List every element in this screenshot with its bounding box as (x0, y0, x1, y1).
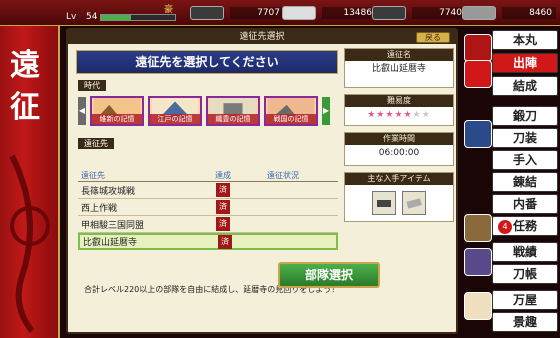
steel-icon (462, 6, 496, 20)
done-stamp: 済 (218, 234, 232, 249)
resource-ore: 7740 (372, 4, 466, 22)
menu-tousou[interactable]: 刀装 (492, 128, 558, 148)
mission-badge: 4 (498, 220, 512, 234)
steel-icon (402, 191, 426, 215)
star-icon: ★ (412, 110, 422, 120)
panel-title: 遠征先選択 (68, 30, 456, 44)
table-row[interactable]: 長篠城攻城戦済 (78, 182, 338, 199)
top-mark: 豪 (164, 5, 174, 15)
era-ishin[interactable]: 維新の記憶 (90, 96, 144, 126)
main-menu: 本丸 出陣 結成 鍛刀 刀装 手入 錬結 内番 任務 戦績 刀帳 万屋 景趣 (462, 28, 560, 338)
rice-icon (282, 6, 316, 20)
resource-rice: 13486 (282, 4, 376, 22)
wood-icon (190, 6, 224, 20)
done-stamp: 済 (216, 200, 230, 214)
menu-renketsu[interactable]: 錬結 (492, 172, 558, 192)
level-progress-bar (100, 14, 176, 21)
table-row-selected[interactable]: 比叡山延暦寺済 (78, 233, 338, 250)
era-next-button[interactable]: ▶ (322, 97, 330, 125)
menu-honmaru[interactable]: 本丸 (492, 30, 558, 50)
menu-senseki[interactable]: 戦績 (492, 242, 558, 262)
forge-icon (464, 120, 492, 148)
destination-box: 遠征名 比叡山延暦寺 (344, 48, 454, 88)
decorative-brush-icon (9, 154, 50, 333)
star-icon: ★ (394, 110, 404, 120)
destination-heading: 遠征先 (78, 138, 114, 149)
destination-name: 比叡山延暦寺 (371, 64, 426, 74)
items-box: 主な入手アイテム (344, 172, 454, 222)
difficulty-box: 難易度 ★★★★★★★ (344, 94, 454, 126)
koban-icon (372, 191, 396, 215)
done-stamp: 済 (216, 217, 230, 231)
star-icon: ★ (376, 110, 386, 120)
resource-wood: 7707 (190, 4, 284, 22)
star-icon: ★ (403, 110, 413, 120)
menu-teire[interactable]: 手入 (492, 150, 558, 170)
menu-kessei[interactable]: 結成 (492, 76, 558, 96)
record-icon (464, 248, 492, 276)
left-title-banner: 遠 征 (0, 26, 60, 338)
menu-shutsujin[interactable]: 出陣 (492, 53, 558, 73)
era-selector: ◀ 維新の記憶 江戸の記憶 織豊の記憶 戦国の記憶 ▶ (78, 94, 336, 128)
star-icon: ★ (421, 110, 431, 120)
resource-steel: 8460 (462, 4, 556, 22)
era-sengoku[interactable]: 戦国の記憶 (264, 96, 318, 126)
title-char-2: 征 (10, 90, 40, 125)
table-row[interactable]: 甲相駿三国同盟済 (78, 216, 338, 233)
menu-yorozuya[interactable]: 万屋 (492, 290, 558, 310)
level-value: 54 (86, 12, 98, 22)
level-label: Lv (66, 12, 77, 22)
destination-table: 遠征先 達成 遠征状況 長篠城攻城戦済 西上作戦済 甲相駿三国同盟済 比叡山延暦… (78, 170, 338, 250)
title-char-1: 遠 (10, 48, 40, 83)
era-prev-button[interactable]: ◀ (78, 97, 86, 125)
menu-naiban[interactable]: 内番 (492, 194, 558, 214)
ore-icon (372, 6, 406, 20)
menu-keishu[interactable]: 景趣 (492, 312, 558, 332)
top-bar: Lv 54 豪 7707 13486 7740 8460 (0, 0, 560, 26)
table-header: 遠征先 達成 遠征状況 (78, 170, 338, 182)
time-value: 06:00:00 (378, 148, 420, 158)
table-row[interactable]: 西上作戦済 (78, 199, 338, 216)
time-box: 作業時間 06:00:00 (344, 132, 454, 166)
instruction-banner: 遠征先を選択してください (76, 50, 338, 74)
expedition-panel: 遠征先選択 戻る 遠征先を選択してください 時代 ◀ 維新の記憶 江戸の記憶 織… (66, 28, 458, 334)
done-stamp: 済 (216, 183, 230, 197)
era-heading: 時代 (78, 80, 106, 91)
difficulty-stars: ★★★★★★★ (345, 107, 453, 123)
sortie-icon (464, 60, 492, 88)
era-edo[interactable]: 江戸の記憶 (148, 96, 202, 126)
era-shokuho[interactable]: 織豊の記憶 (206, 96, 260, 126)
shop-character-icon (464, 292, 492, 320)
back-button[interactable]: 戻る (416, 32, 450, 43)
scroll-icon (464, 214, 492, 242)
menu-tanto[interactable]: 鍛刀 (492, 106, 558, 126)
corps-select-button[interactable]: 部隊選択 (278, 262, 380, 288)
menu-touchou[interactable]: 刀帳 (492, 264, 558, 284)
castle-icon (464, 34, 492, 62)
star-icon: ★ (367, 110, 377, 120)
